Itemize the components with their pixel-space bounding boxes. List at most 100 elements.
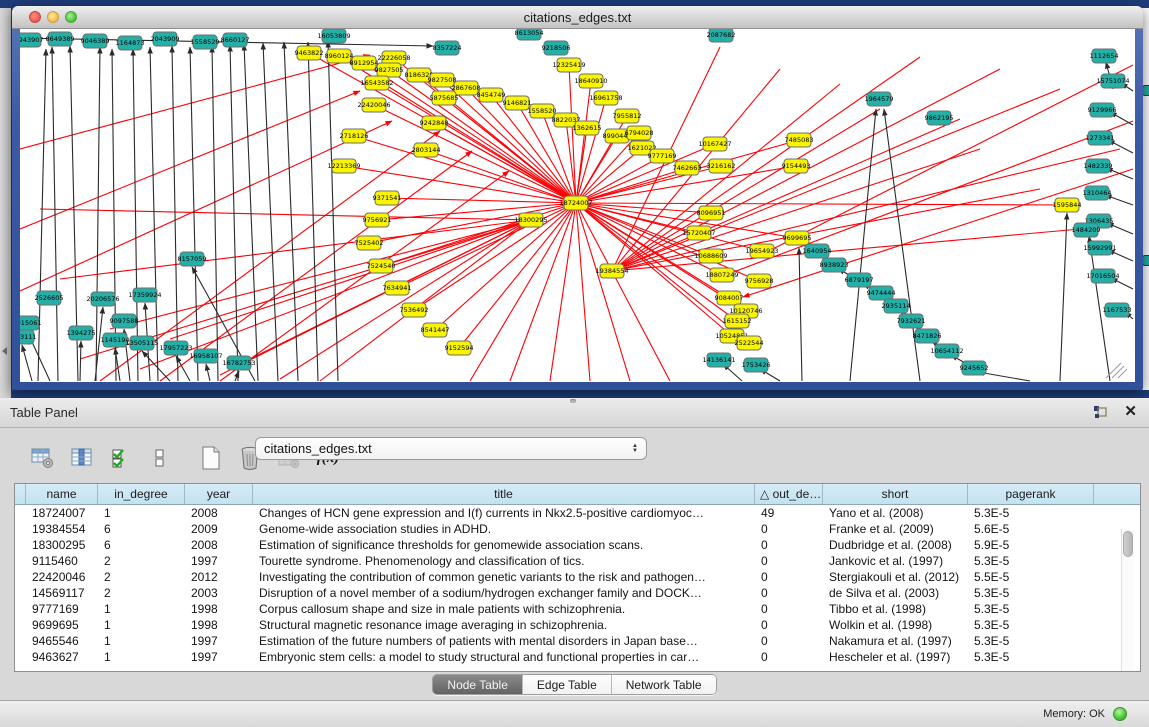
graph-node[interactable]: 9084007 [715,291,744,305]
graph-node[interactable]: 1112654 [1090,49,1119,63]
tab-node-table[interactable]: Node Table [433,675,523,694]
graph-node[interactable]: 18300295 [514,213,547,227]
citation-edge-black[interactable] [1060,213,1067,381]
citation-edge-black[interactable] [263,43,278,381]
graph-node[interactable]: 8157059 [178,252,207,266]
table-cell-pagerank[interactable]: 5.3E-5 [968,553,1094,569]
citation-edge-red[interactable] [576,203,590,381]
column-header-name[interactable]: name [26,484,98,504]
table-cell-in_degree[interactable]: 2 [98,569,185,585]
citation-edge-black[interactable] [133,49,138,381]
graph-node[interactable]: 9756928 [745,274,774,288]
graph-node[interactable]: 18807249 [705,268,738,282]
graph-node[interactable]: 1310464 [1083,186,1112,200]
table-cell-title[interactable]: Investigating the contribution of common… [253,569,755,585]
table-cell-short[interactable]: Hescheler et al. (1997) [823,649,968,665]
graph-node[interactable]: 9046389 [81,34,110,48]
citation-edge-black[interactable] [150,47,158,381]
graph-node[interactable]: 14136141 [702,353,735,367]
graph-node[interactable]: 9097588 [110,314,139,328]
graph-node[interactable]: 9915061 [20,316,41,330]
citation-edge-red[interactable] [20,91,360,229]
citation-edge-black[interactable] [22,345,32,381]
graph-node[interactable]: 7524540 [367,259,396,273]
table-cell-out_degree[interactable]: 49 [755,505,823,521]
citation-edge-black[interactable] [799,248,802,381]
table-cell-name[interactable]: 14569117 [26,585,98,601]
table-cell-short[interactable]: Dudbridge et al. (2008) [823,537,968,553]
table-cell-short[interactable]: de Silva et al. (2003) [823,585,968,601]
column-header-out_degree[interactable]: △ out_de… [755,484,823,504]
citation-edge-black[interactable] [142,351,170,381]
graph-node[interactable]: 2087682 [707,29,736,42]
citation-edge-red[interactable] [576,98,606,203]
citation-edge-red[interactable] [60,220,531,279]
table-cell-name[interactable]: 9699695 [26,617,98,633]
citation-edge-red[interactable] [576,203,630,381]
graph-node[interactable]: 8541447 [421,323,450,337]
graph-node[interactable]: 8454749 [477,88,506,102]
graph-node[interactable]: 8613054 [515,29,544,40]
citation-edge-black[interactable] [38,49,46,381]
column-header-short[interactable]: short [823,484,968,504]
table-cell-in_degree[interactable]: 1 [98,617,185,633]
graph-node[interactable]: 7932621 [897,314,926,328]
table-cell-name[interactable]: 18724007 [26,505,98,521]
table-cell-year[interactable]: 2003 [185,585,253,601]
graph-node[interactable]: 1943907 [20,33,43,47]
graph-node[interactable]: 16543582 [360,76,393,90]
table-cell-year[interactable]: 2009 [185,521,253,537]
graph-node[interactable]: 9154493 [782,159,811,173]
graph-node[interactable]: 1482339 [1084,159,1113,173]
graph-node[interactable]: 8357224 [433,41,462,55]
table-cell-name[interactable]: 19384554 [26,521,98,537]
citation-edge-red[interactable] [569,65,576,203]
graph-node[interactable]: 5875685 [430,91,459,105]
table-cell-name[interactable]: 22420046 [26,569,98,585]
graph-node[interactable]: 6794028 [625,126,654,140]
table-cell-out_degree[interactable]: 0 [755,553,823,569]
graph-node[interactable]: 9371541 [373,191,402,205]
graph-node[interactable]: 9862195 [925,111,954,125]
graph-node[interactable]: 10688609 [694,249,727,263]
column-selector-button[interactable] [69,444,95,472]
table-cell-year[interactable]: 2008 [185,505,253,521]
graph-node[interactable]: 9152594 [445,341,474,355]
graph-node[interactable]: 9218506 [542,41,571,55]
table-row[interactable]: 2242004622012Investigating the contribut… [15,569,1140,585]
table-cell-name[interactable]: 9463627 [26,649,98,665]
table-cell-year[interactable]: 1997 [185,553,253,569]
table-row[interactable]: 946362711997Embryonic stem cells: a mode… [15,649,1140,665]
table-cell-in_degree[interactable]: 1 [98,649,185,665]
table-cell-in_degree[interactable]: 6 [98,537,185,553]
graph-node[interactable]: 9129966 [1088,103,1117,117]
table-cell-in_degree[interactable]: 2 [98,585,185,601]
graph-node[interactable]: 9827505 [375,63,404,77]
citation-edge-red[interactable] [576,203,1067,205]
table-cell-out_degree[interactable]: 0 [755,617,823,633]
citation-edge-red[interactable] [470,203,576,381]
table-cell-in_degree[interactable]: 1 [98,633,185,649]
graph-node[interactable]: 16053809 [317,29,350,43]
table-cell-out_degree[interactable]: 0 [755,585,823,601]
table-row[interactable]: 1872400712008Changes of HCN gene express… [15,505,1140,521]
table-cell-pagerank[interactable]: 5.6E-5 [968,521,1094,537]
table-cell-year[interactable]: 2008 [185,537,253,553]
column-header-in_degree[interactable]: in_degree [98,484,185,504]
graph-node[interactable]: 20206576 [86,292,119,306]
graph-node[interactable]: 9699695 [783,231,812,245]
citation-edge-red[interactable] [160,151,472,381]
citation-edge-black[interactable] [244,44,258,381]
table-cell-year[interactable]: 2012 [185,569,253,585]
table-cell-title[interactable]: Estimation of the future numbers of pati… [253,633,755,649]
graph-node[interactable]: 15751074 [1096,74,1129,88]
table-cell-title[interactable]: Changes of HCN gene expression and I(f) … [253,505,755,521]
graph-node[interactable]: 8096951 [697,206,726,220]
graph-node[interactable]: 17016504 [1086,269,1119,283]
graph-node[interactable]: 2522544 [735,336,764,350]
table-row[interactable]: 1938455462009Genome-wide association stu… [15,521,1140,537]
graph-node[interactable]: 2718126 [340,129,369,143]
table-cell-in_degree[interactable]: 1 [98,601,185,617]
table-cell-title[interactable]: Structural magnetic resonance image aver… [253,617,755,633]
table-cell-pagerank[interactable]: 5.9E-5 [968,537,1094,553]
